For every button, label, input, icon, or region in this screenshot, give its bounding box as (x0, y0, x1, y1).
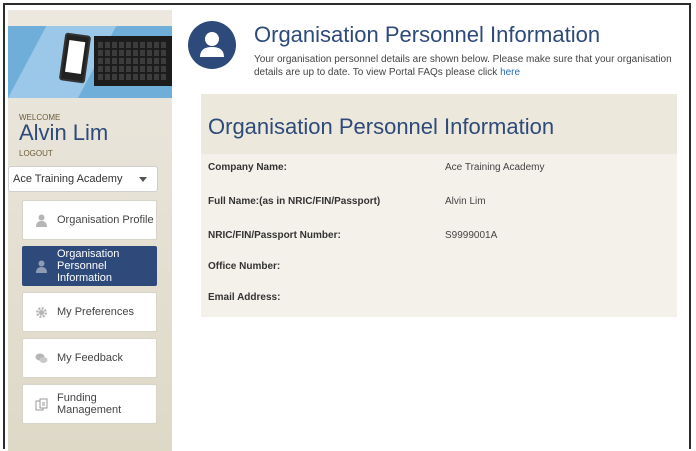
sidebar-item-my-preferences[interactable]: My Preferences (22, 292, 157, 332)
sidebar-item-funding-management[interactable]: Funding Management (22, 384, 157, 424)
field-value: S9999001A (445, 230, 498, 241)
organisation-select[interactable]: Ace Training Academy (8, 166, 158, 192)
field-label: NRIC/FIN/Passport Number: (208, 230, 341, 241)
faq-link[interactable]: here (500, 67, 520, 78)
sidebar-item-label: My Preferences (57, 306, 135, 318)
field-row-email-address: Email Address: (208, 292, 668, 308)
sidebar-item-label: Organisation Profile (57, 214, 154, 226)
page-title: Organisation Personnel Information (254, 22, 601, 47)
field-row-nric-number: NRIC/FIN/Passport Number: S9999001A (208, 230, 668, 246)
person-icon (36, 214, 47, 227)
panel-header: Organisation Personnel Information (201, 94, 677, 154)
sidebar-item-my-feedback[interactable]: My Feedback (22, 338, 157, 378)
sidebar-item-label: Organisation Personnel Information (57, 248, 120, 284)
sidebar-item-label: My Feedback (57, 352, 124, 364)
field-label: Full Name:(as in NRIC/FIN/Passport) (208, 196, 381, 207)
field-row-company-name: Company Name: Ace Training Academy (208, 162, 668, 178)
field-label: Office Number: (208, 261, 281, 272)
personnel-panel: Organisation Personnel Information Compa… (201, 94, 677, 317)
chevron-down-icon (139, 177, 147, 182)
sidebar-item-organisation-profile[interactable]: Organisation Profile (22, 200, 157, 240)
field-row-full-name: Full Name:(as in NRIC/FIN/Passport) Alvi… (208, 196, 668, 212)
field-value: Alvin Lim (445, 196, 486, 207)
organisation-select-value: Ace Training Academy (13, 173, 123, 185)
field-label: Company Name: (208, 162, 287, 173)
field-value: Ace Training Academy (445, 162, 545, 173)
sidebar-item-label: Funding Management (57, 392, 122, 416)
gear-icon (36, 307, 47, 318)
field-label: Email Address: (208, 292, 281, 303)
sidebar-item-organisation-personnel-information[interactable]: Organisation Personnel Information (22, 246, 157, 286)
user-circle-icon (188, 21, 236, 69)
chat-bubbles-icon (35, 353, 48, 363)
banner-image (8, 26, 172, 98)
funding-icon (35, 398, 48, 411)
intro-text: Your organisation personnel details are … (254, 54, 672, 78)
field-row-office-number: Office Number: (208, 261, 668, 277)
panel-title: Organisation Personnel Information (208, 114, 555, 139)
logout-link[interactable]: LOGOUT (19, 149, 53, 158)
person-icon (36, 260, 47, 273)
user-name: Alvin Lim (19, 120, 109, 145)
